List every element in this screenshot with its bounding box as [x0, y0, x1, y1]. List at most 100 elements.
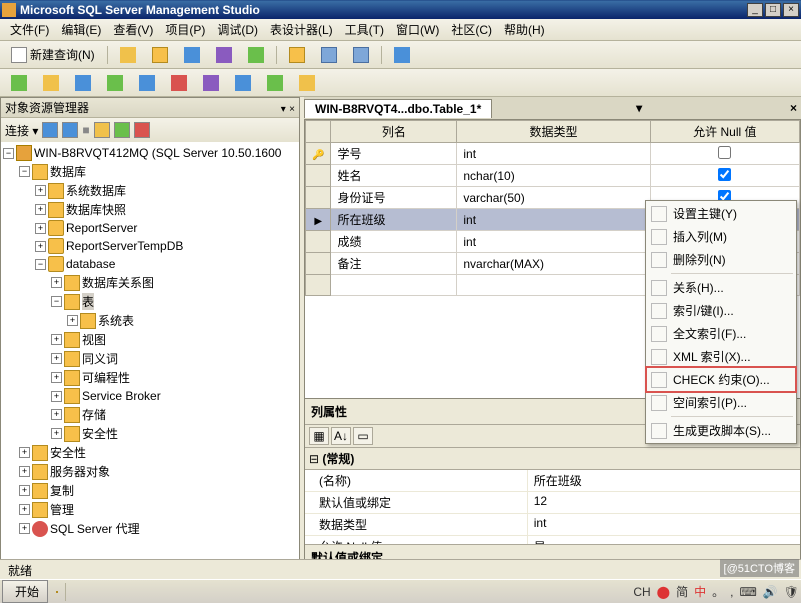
database-icon: [48, 256, 64, 272]
close-panel-icon[interactable]: ×: [289, 104, 295, 115]
db-engine-button[interactable]: [113, 44, 143, 66]
start-button[interactable]: 开始: [2, 580, 48, 603]
alpha-button[interactable]: A↓: [331, 427, 351, 445]
keyboard-icon[interactable]: ⌨: [739, 585, 756, 599]
pin-icon[interactable]: ▾: [281, 104, 286, 115]
layout-button[interactable]: [68, 72, 98, 94]
col-header-null[interactable]: 允许 Null 值: [650, 121, 799, 143]
tray-icon[interactable]: 🛡: [784, 585, 799, 599]
tray-icon[interactable]: 🔊: [763, 585, 778, 599]
folder-icon: [64, 332, 80, 348]
menu-insert-col[interactable]: 插入列(M): [647, 225, 795, 248]
xml-button[interactable]: [196, 72, 226, 94]
close-button[interactable]: ×: [783, 3, 799, 17]
script-button[interactable]: [292, 72, 322, 94]
activity-button[interactable]: [387, 44, 417, 66]
tab-dropdown-icon[interactable]: ▾: [632, 101, 646, 115]
refresh-icon[interactable]: [114, 122, 130, 138]
menu-debug[interactable]: 调试(D): [211, 19, 264, 40]
ime-mode2[interactable]: 中: [694, 583, 706, 600]
xml-icon: [651, 349, 667, 365]
menu-spatial[interactable]: 空间索引(P)...: [647, 391, 795, 414]
menu-set-pk[interactable]: 设置主键(Y): [647, 202, 795, 225]
filter-icon[interactable]: [94, 122, 110, 138]
folder-icon: [48, 202, 64, 218]
ime-mode[interactable]: 简: [676, 583, 688, 600]
xmla-icon: [248, 47, 264, 63]
open-file-button[interactable]: [145, 44, 175, 66]
folder-icon: [64, 388, 80, 404]
stop-icon[interactable]: [134, 122, 150, 138]
ime-punct[interactable]: 。: [712, 583, 724, 600]
dmx-button[interactable]: [209, 44, 239, 66]
key-icon: [651, 206, 667, 222]
folder-icon: [32, 464, 48, 480]
save-button[interactable]: [314, 44, 344, 66]
folder-icon: [32, 483, 48, 499]
save-icon: [321, 47, 337, 63]
null-checkbox[interactable]: [718, 146, 731, 159]
document-tabs: WIN-B8RVQT4...dbo.Table_1* ▾ ×: [304, 97, 801, 119]
layout-icon: [75, 75, 91, 91]
menu-file[interactable]: 文件(F): [4, 19, 55, 40]
object-tree[interactable]: −WIN-B8RVQT412MQ (SQL Server 10.50.1600 …: [1, 142, 299, 572]
menu-table-designer[interactable]: 表设计器(L): [264, 19, 339, 40]
menubar: 文件(F) 编辑(E) 查看(V) 项目(P) 调试(D) 表设计器(L) 工具…: [0, 19, 801, 41]
database-icon: [48, 220, 64, 236]
disconnect-icon[interactable]: [62, 122, 78, 138]
key-button[interactable]: [36, 72, 66, 94]
connect-toolbar: 连接 ▾ ■: [1, 118, 299, 142]
col-header-name[interactable]: 列名: [331, 121, 457, 143]
cube-button[interactable]: [177, 44, 207, 66]
index-button[interactable]: [132, 72, 162, 94]
table-button[interactable]: [4, 72, 34, 94]
menu-check-constraint[interactable]: CHECK 约束(O)...: [647, 368, 795, 391]
menu-delete-col[interactable]: 删除列(N): [647, 248, 795, 271]
menu-relationships[interactable]: 关系(H)...: [647, 276, 795, 299]
menu-window[interactable]: 窗口(W): [390, 19, 445, 40]
spatial-button[interactable]: [260, 72, 290, 94]
menu-tools[interactable]: 工具(T): [339, 19, 390, 40]
key-icon: [43, 75, 59, 91]
col-header-type[interactable]: 数据类型: [457, 121, 650, 143]
tab-close-icon[interactable]: ×: [786, 101, 801, 115]
app-icon: [2, 3, 16, 17]
categorized-button[interactable]: ▦: [309, 427, 329, 445]
menu-community[interactable]: 社区(C): [445, 19, 498, 40]
menu-indexes[interactable]: 索引/键(I)...: [647, 299, 795, 322]
row-selector-icon[interactable]: [306, 209, 331, 231]
save-all-button[interactable]: [346, 44, 376, 66]
designer-toolbar: [0, 69, 801, 97]
ime-lang[interactable]: CH: [633, 585, 650, 599]
menu-project[interactable]: 项目(P): [159, 19, 211, 40]
open-button[interactable]: [282, 44, 312, 66]
null-checkbox[interactable]: [718, 168, 731, 181]
ime-indicator[interactable]: ⬤: [657, 585, 670, 599]
activity-icon: [394, 47, 410, 63]
doc-tab[interactable]: WIN-B8RVQT4...dbo.Table_1*: [304, 99, 492, 118]
menu-edit[interactable]: 编辑(E): [55, 19, 107, 40]
menu-xml-index[interactable]: XML 索引(X)...: [647, 345, 795, 368]
index-icon: [139, 75, 155, 91]
quicklaunch-icon[interactable]: [56, 591, 58, 593]
check-button[interactable]: [228, 72, 258, 94]
fulltext-button[interactable]: [164, 72, 194, 94]
relationship-button[interactable]: [100, 72, 130, 94]
menu-help[interactable]: 帮助(H): [498, 19, 551, 40]
connect-icon[interactable]: [42, 122, 58, 138]
insert-icon: [651, 229, 667, 245]
new-query-button[interactable]: 新建查询(N): [4, 44, 102, 66]
prop-category[interactable]: (常规): [305, 448, 800, 470]
minimize-button[interactable]: _: [747, 3, 763, 17]
folder-icon: [32, 445, 48, 461]
connect-button[interactable]: 连接 ▾: [5, 122, 38, 139]
menu-fulltext[interactable]: 全文索引(F)...: [647, 322, 795, 345]
props-pane-button[interactable]: ▭: [353, 427, 373, 445]
maximize-button[interactable]: □: [765, 3, 781, 17]
folder-icon: [80, 313, 96, 329]
spatial-icon: [651, 395, 667, 411]
menu-view[interactable]: 查看(V): [107, 19, 159, 40]
ime-width[interactable]: ,: [730, 585, 733, 599]
xmla-button[interactable]: [241, 44, 271, 66]
menu-gen-script[interactable]: 生成更改脚本(S)...: [647, 419, 795, 442]
